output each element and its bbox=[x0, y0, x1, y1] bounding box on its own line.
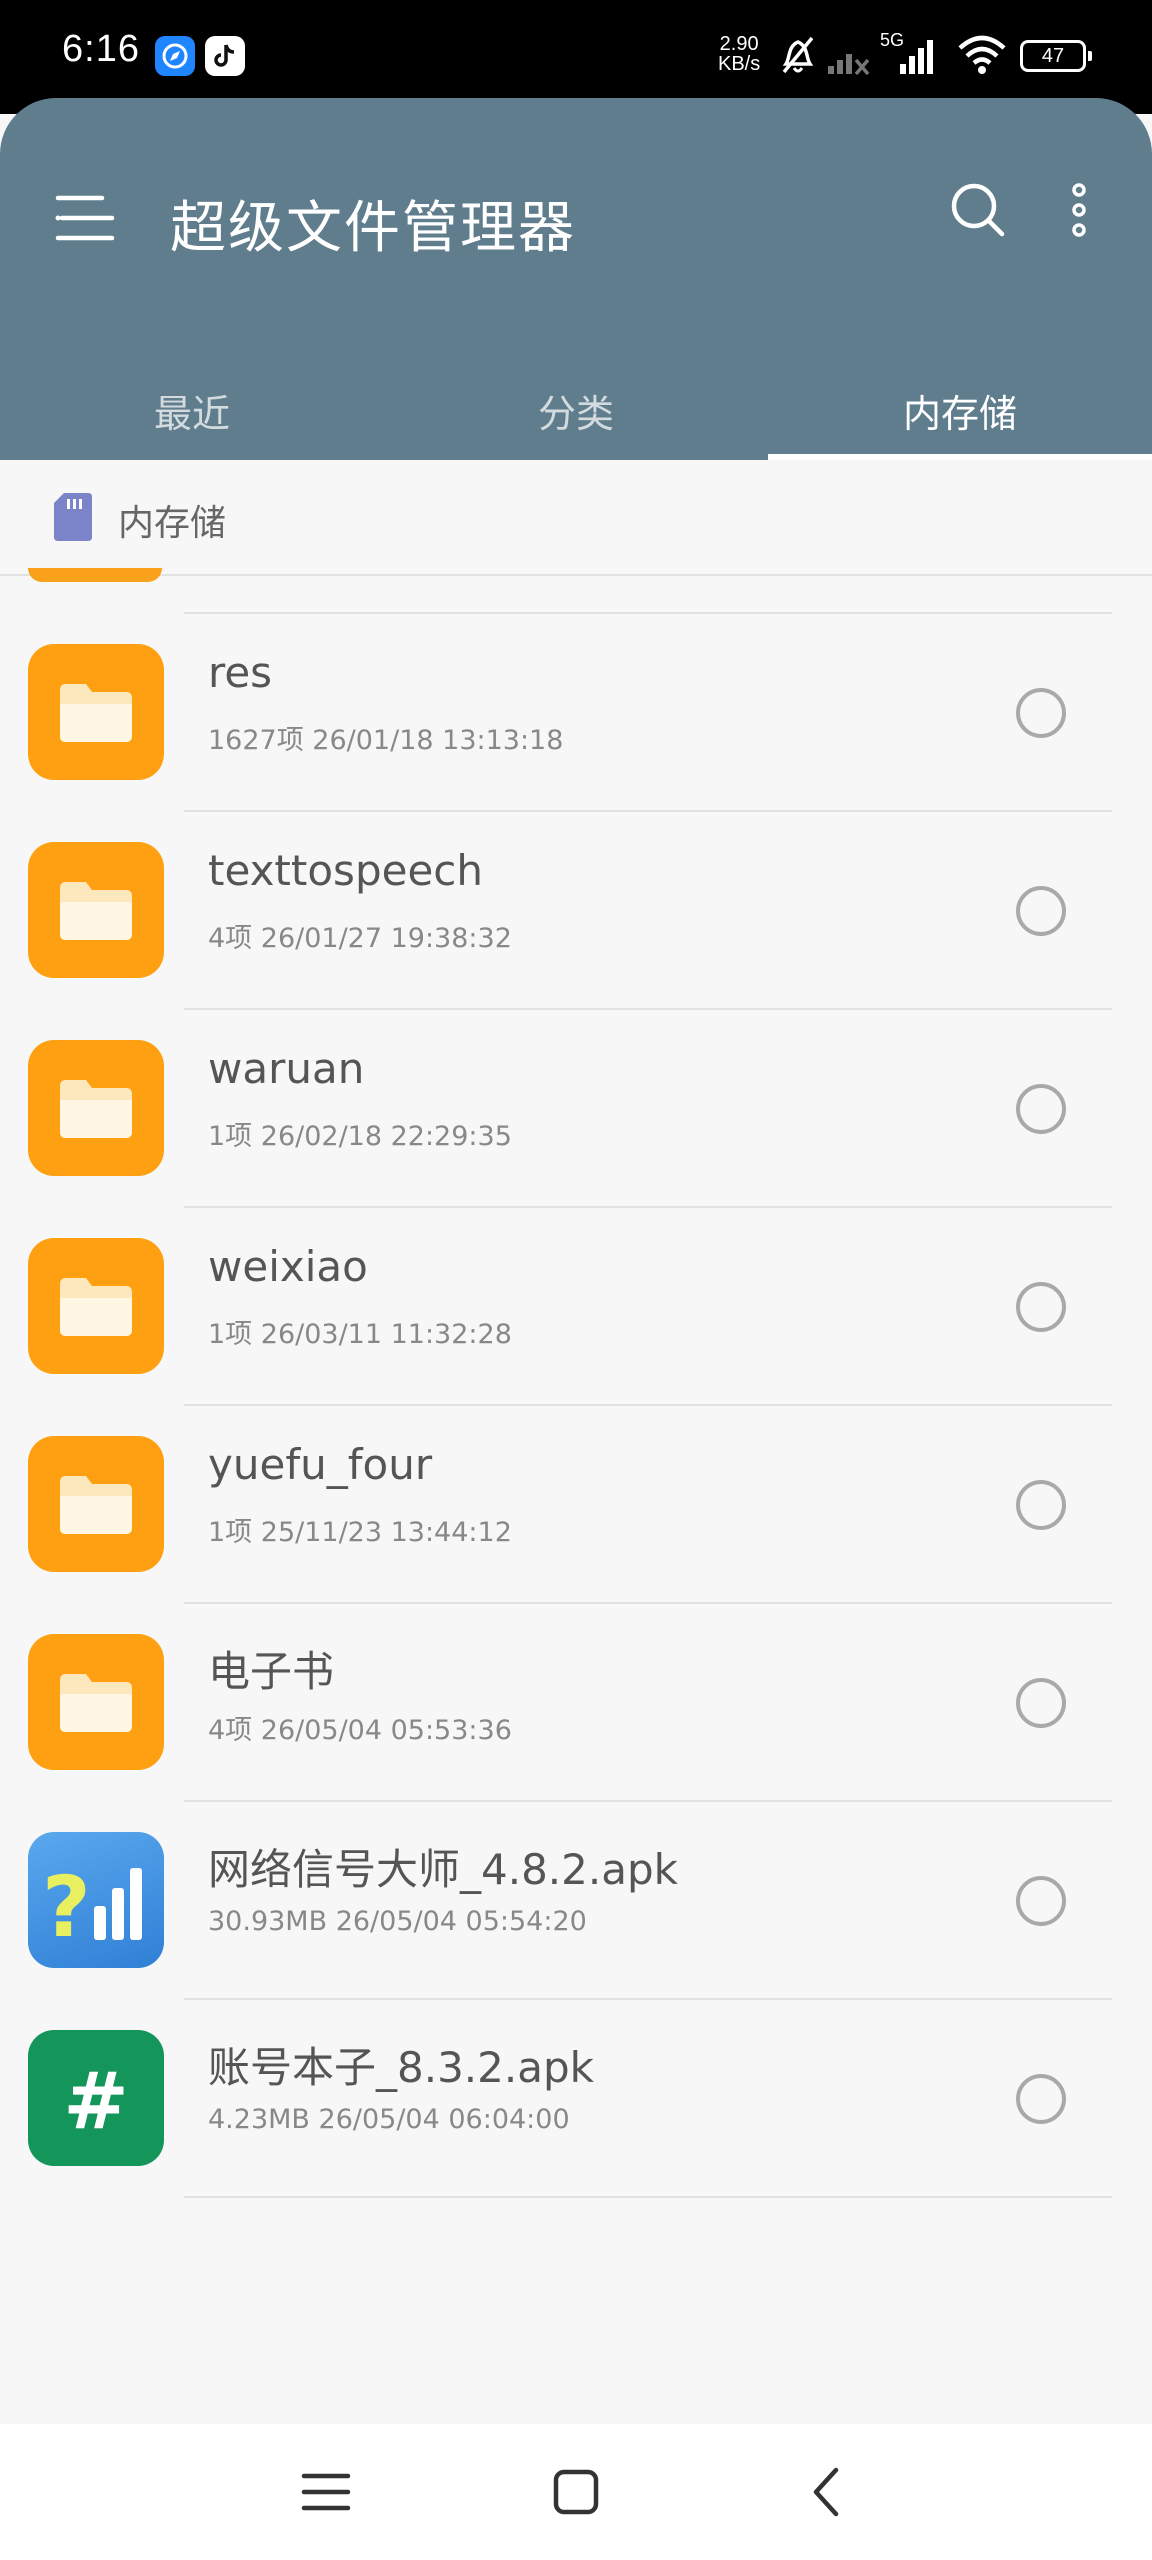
divider bbox=[184, 612, 1112, 614]
tab-recent[interactable]: 最近 bbox=[0, 360, 384, 460]
tab-internal-storage[interactable]: 内存储 bbox=[768, 360, 1152, 460]
recents-icon bbox=[301, 2473, 351, 2511]
system-nav-bar bbox=[0, 2424, 1152, 2560]
folder-icon bbox=[28, 1634, 164, 1770]
divider bbox=[184, 1800, 1112, 1802]
select-radio[interactable] bbox=[1016, 1282, 1066, 1332]
breadcrumb-label: 内存储 bbox=[118, 503, 227, 544]
home-icon bbox=[553, 2469, 599, 2515]
back-button[interactable] bbox=[798, 2462, 858, 2522]
breadcrumb[interactable]: 内存储 bbox=[0, 460, 1152, 576]
select-radio[interactable] bbox=[1016, 1876, 1066, 1926]
divider bbox=[184, 810, 1112, 812]
more-options-button[interactable] bbox=[1064, 178, 1094, 248]
svg-text:#: # bbox=[63, 2057, 128, 2147]
file-meta: 4.23MB 26/05/04 06:04:00 bbox=[208, 2104, 570, 2135]
net-speed-unit: KB/s bbox=[718, 53, 761, 75]
file-name: waruan bbox=[208, 1044, 365, 1093]
file-name: weixiao bbox=[208, 1242, 368, 1291]
back-icon bbox=[813, 2467, 839, 2517]
status-time: 6:16 bbox=[62, 28, 140, 70]
folder-icon bbox=[28, 1238, 164, 1374]
file-name: 账号本子_8.3.2.apk bbox=[208, 2043, 594, 2092]
file-meta: 4项 26/01/27 19:38:32 bbox=[208, 923, 512, 954]
menu-button[interactable] bbox=[48, 180, 128, 260]
file-name: 电子书 bbox=[208, 1647, 335, 1696]
list-item[interactable]: waruan 1项 26/02/18 22:29:35 bbox=[0, 1008, 1152, 1206]
file-name: 网络信号大师_4.8.2.apk bbox=[208, 1845, 678, 1894]
recents-button[interactable] bbox=[296, 2462, 356, 2522]
divider bbox=[184, 1998, 1112, 2000]
search-button[interactable] bbox=[944, 176, 1014, 246]
select-radio[interactable] bbox=[1016, 886, 1066, 936]
select-radio[interactable] bbox=[1016, 1084, 1066, 1134]
divider bbox=[184, 1404, 1112, 1406]
sd-card-icon bbox=[54, 493, 92, 541]
file-meta: 1项 26/02/18 22:29:35 bbox=[208, 1121, 512, 1152]
folder-icon bbox=[28, 1436, 164, 1572]
bell-muted-icon bbox=[782, 36, 814, 74]
tiktok-app-icon bbox=[205, 36, 245, 76]
wifi-icon bbox=[958, 35, 1006, 74]
divider bbox=[184, 1602, 1112, 1604]
divider bbox=[184, 2196, 1112, 2198]
list-item[interactable]: ? 网络信号大师_4.8.2.apk 30.93MB 26/05/04 05:5… bbox=[0, 1800, 1152, 1998]
browser-app-icon bbox=[155, 36, 195, 76]
more-vert-icon bbox=[1072, 183, 1086, 237]
net-speed-value: 2.90 bbox=[719, 33, 759, 55]
select-radio[interactable] bbox=[1016, 1480, 1066, 1530]
partially-hidden-folder-icon bbox=[28, 568, 162, 582]
divider bbox=[184, 1008, 1112, 1010]
list-item[interactable]: weixiao 1项 26/03/11 11:32:28 bbox=[0, 1206, 1152, 1404]
signal-app-icon: ? bbox=[28, 1832, 164, 1968]
home-button[interactable] bbox=[546, 2462, 606, 2522]
list-item[interactable]: # 账号本子_8.3.2.apk 4.23MB 26/05/04 06:04:0… bbox=[0, 1998, 1152, 2196]
select-radio[interactable] bbox=[1016, 1678, 1066, 1728]
list-item[interactable]: texttospeech 4项 26/01/27 19:38:32 bbox=[0, 810, 1152, 1008]
file-name: texttospeech bbox=[208, 846, 483, 895]
status-bar: 6:16 2.90 KB/s 5G 47 bbox=[0, 0, 1152, 114]
file-meta: 1627项 26/01/18 13:13:18 bbox=[208, 725, 564, 756]
file-meta: 30.93MB 26/05/04 05:54:20 bbox=[208, 1906, 587, 1937]
folder-icon bbox=[28, 1040, 164, 1176]
hash-app-icon: # bbox=[28, 2030, 164, 2166]
svg-text:?: ? bbox=[42, 1858, 91, 1956]
menu-icon bbox=[55, 195, 115, 241]
tab-category[interactable]: 分类 bbox=[384, 360, 768, 460]
tab-bar: 最近 分类 内存储 bbox=[0, 360, 1152, 460]
signal-strength-icon bbox=[900, 40, 933, 74]
folder-icon bbox=[28, 644, 164, 780]
folder-icon bbox=[28, 842, 164, 978]
file-name: res bbox=[208, 648, 273, 697]
list-item[interactable]: res 1627项 26/01/18 13:13:18 bbox=[0, 612, 1152, 810]
file-meta: 1项 26/03/11 11:32:28 bbox=[208, 1319, 512, 1350]
file-meta: 4项 26/05/04 05:53:36 bbox=[208, 1715, 512, 1746]
file-name: yuefu_four bbox=[208, 1440, 433, 1489]
app-title: 超级文件管理器 bbox=[170, 196, 576, 261]
divider bbox=[184, 1206, 1112, 1208]
file-meta: 1项 25/11/23 13:44:12 bbox=[208, 1517, 512, 1548]
search-icon bbox=[951, 183, 1005, 237]
net-speed: 2.90 KB/s bbox=[718, 34, 760, 74]
battery-indicator: 47 bbox=[1020, 40, 1092, 72]
signal-no-sim-icon bbox=[828, 54, 870, 76]
select-radio[interactable] bbox=[1016, 688, 1066, 738]
list-item[interactable]: yuefu_four 1项 25/11/23 13:44:12 bbox=[0, 1404, 1152, 1602]
app-header: 超级文件管理器 最近 分类 内存储 bbox=[0, 98, 1152, 460]
file-list: res 1627项 26/01/18 13:13:18 texttospeech… bbox=[0, 612, 1152, 2198]
list-item[interactable]: 电子书 4项 26/05/04 05:53:36 bbox=[0, 1602, 1152, 1800]
select-radio[interactable] bbox=[1016, 2074, 1066, 2124]
